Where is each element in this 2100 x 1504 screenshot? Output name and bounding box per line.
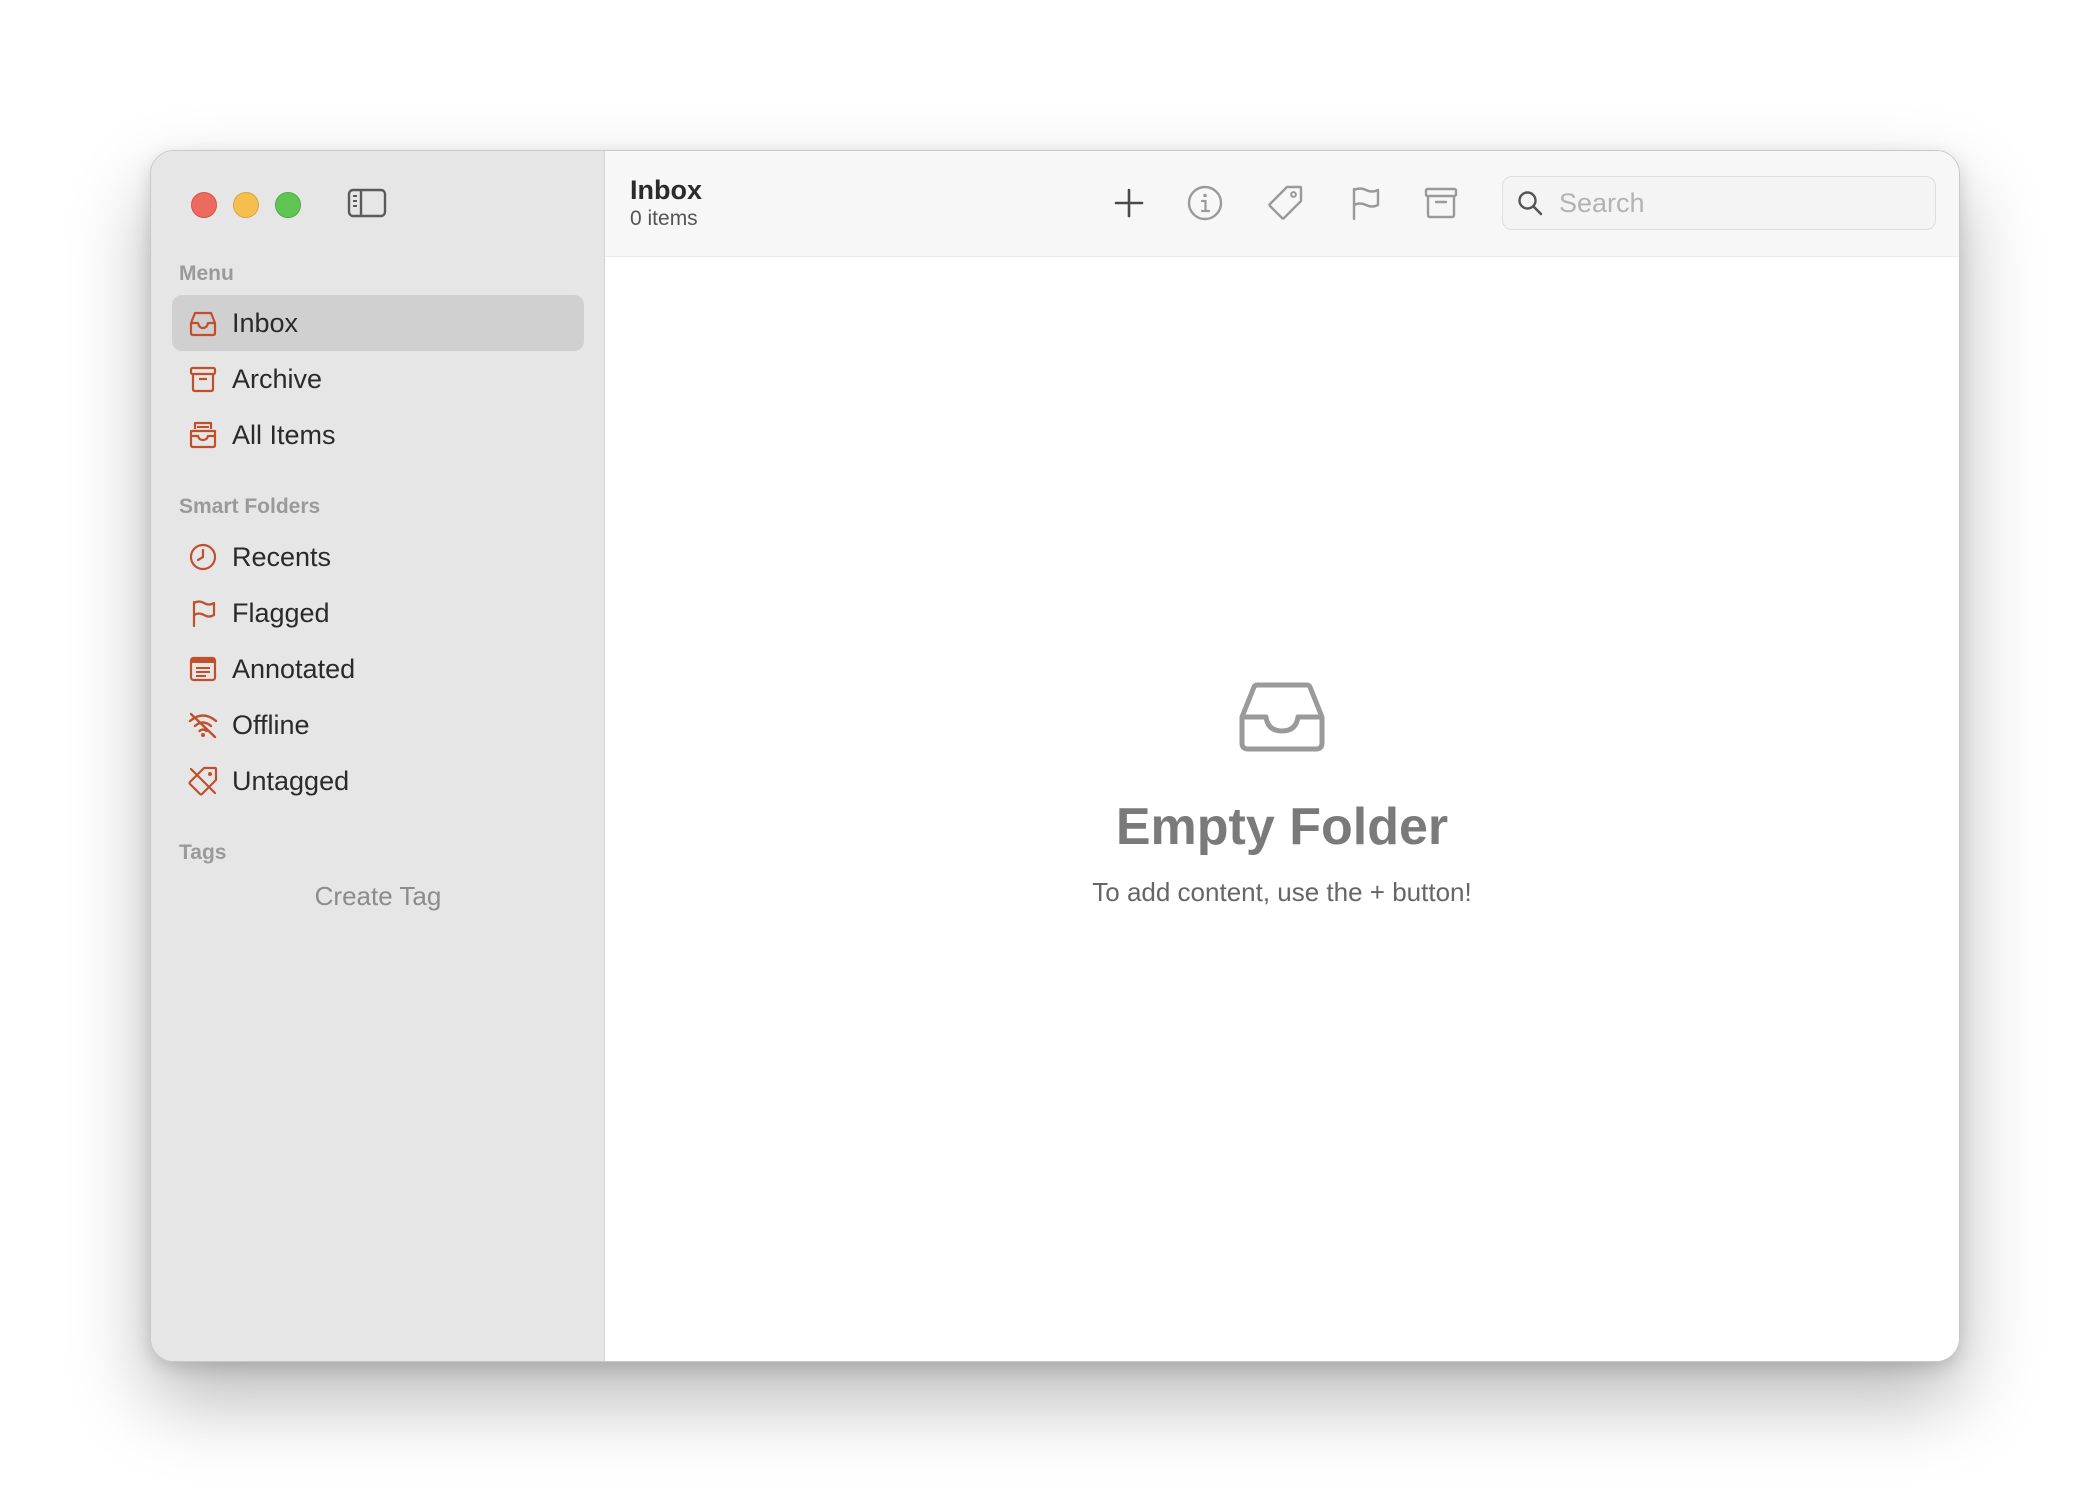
toggle-sidebar-button[interactable] xyxy=(347,187,387,219)
inbox-icon xyxy=(1236,681,1328,753)
search-input[interactable] xyxy=(1557,186,1921,220)
sidebar-item-untagged[interactable]: Untagged xyxy=(172,753,584,809)
sidebar-item-inbox[interactable]: Inbox xyxy=(172,295,584,351)
sidebar-item-flagged[interactable]: Flagged xyxy=(172,585,584,641)
archive-button[interactable] xyxy=(1419,181,1463,225)
toolbar: Inbox 0 items xyxy=(605,151,1959,257)
all-items-icon xyxy=(186,418,220,452)
create-tag-button[interactable]: Create Tag xyxy=(172,881,584,912)
sidebar-item-label: Annotated xyxy=(232,653,356,684)
empty-subtitle: To add content, use the + button! xyxy=(1092,877,1472,907)
flag-button[interactable] xyxy=(1343,181,1387,225)
sidebar-item-label: All Items xyxy=(232,419,336,450)
search-icon xyxy=(1515,188,1545,218)
section-label-smart-folders: Smart Folders xyxy=(179,495,321,518)
app-window: Menu Inbox Archive All Items Smart Folde… xyxy=(150,150,1960,1362)
tag-button[interactable] xyxy=(1263,181,1307,225)
window-controls xyxy=(191,192,301,218)
search-field[interactable] xyxy=(1502,176,1936,230)
zoom-window-button[interactable] xyxy=(275,192,301,218)
sidebar-item-label: Recents xyxy=(232,541,332,572)
sidebar-item-all-items[interactable]: All Items xyxy=(172,407,584,463)
inbox-icon xyxy=(186,306,220,340)
empty-state: Empty Folder To add content, use the + b… xyxy=(605,681,1959,908)
archive-icon xyxy=(1424,187,1458,219)
archive-icon xyxy=(186,362,220,396)
sidebar: Menu Inbox Archive All Items Smart Folde… xyxy=(151,151,605,1361)
sidebar-item-annotated[interactable]: Annotated xyxy=(172,641,584,697)
section-label-tags: Tags xyxy=(179,841,227,864)
flag-icon xyxy=(186,596,220,630)
info-icon xyxy=(1187,185,1223,221)
section-label-menu: Menu xyxy=(179,262,234,285)
plus-icon xyxy=(1114,188,1144,218)
sidebar-item-label: Offline xyxy=(232,709,310,740)
main-content: Inbox 0 items Search Empty Folder To add… xyxy=(605,151,1959,1361)
flag-icon xyxy=(1352,187,1380,221)
wifi-off-icon xyxy=(186,708,220,742)
clock-icon xyxy=(186,540,220,574)
close-window-button[interactable] xyxy=(191,192,217,218)
tag-off-icon xyxy=(186,764,220,798)
item-count: 0 items xyxy=(630,207,698,230)
sidebar-item-recents[interactable]: Recents xyxy=(172,529,584,585)
sidebar-item-label: Untagged xyxy=(232,765,350,796)
info-button[interactable] xyxy=(1183,181,1227,225)
sidebar-item-offline[interactable]: Offline xyxy=(172,697,584,753)
sidebar-item-label: Inbox xyxy=(232,307,299,338)
sidebar-item-label: Archive xyxy=(232,363,323,394)
add-button[interactable] xyxy=(1107,181,1151,225)
annotated-icon xyxy=(186,652,220,686)
tag-icon xyxy=(1268,185,1303,220)
sidebar-item-archive[interactable]: Archive xyxy=(172,351,584,407)
empty-title: Empty Folder xyxy=(1115,798,1449,856)
minimize-window-button[interactable] xyxy=(233,192,259,218)
sidebar-item-label: Flagged xyxy=(232,597,330,628)
sidebar-icon xyxy=(347,188,387,218)
page-title: Inbox xyxy=(630,175,702,205)
